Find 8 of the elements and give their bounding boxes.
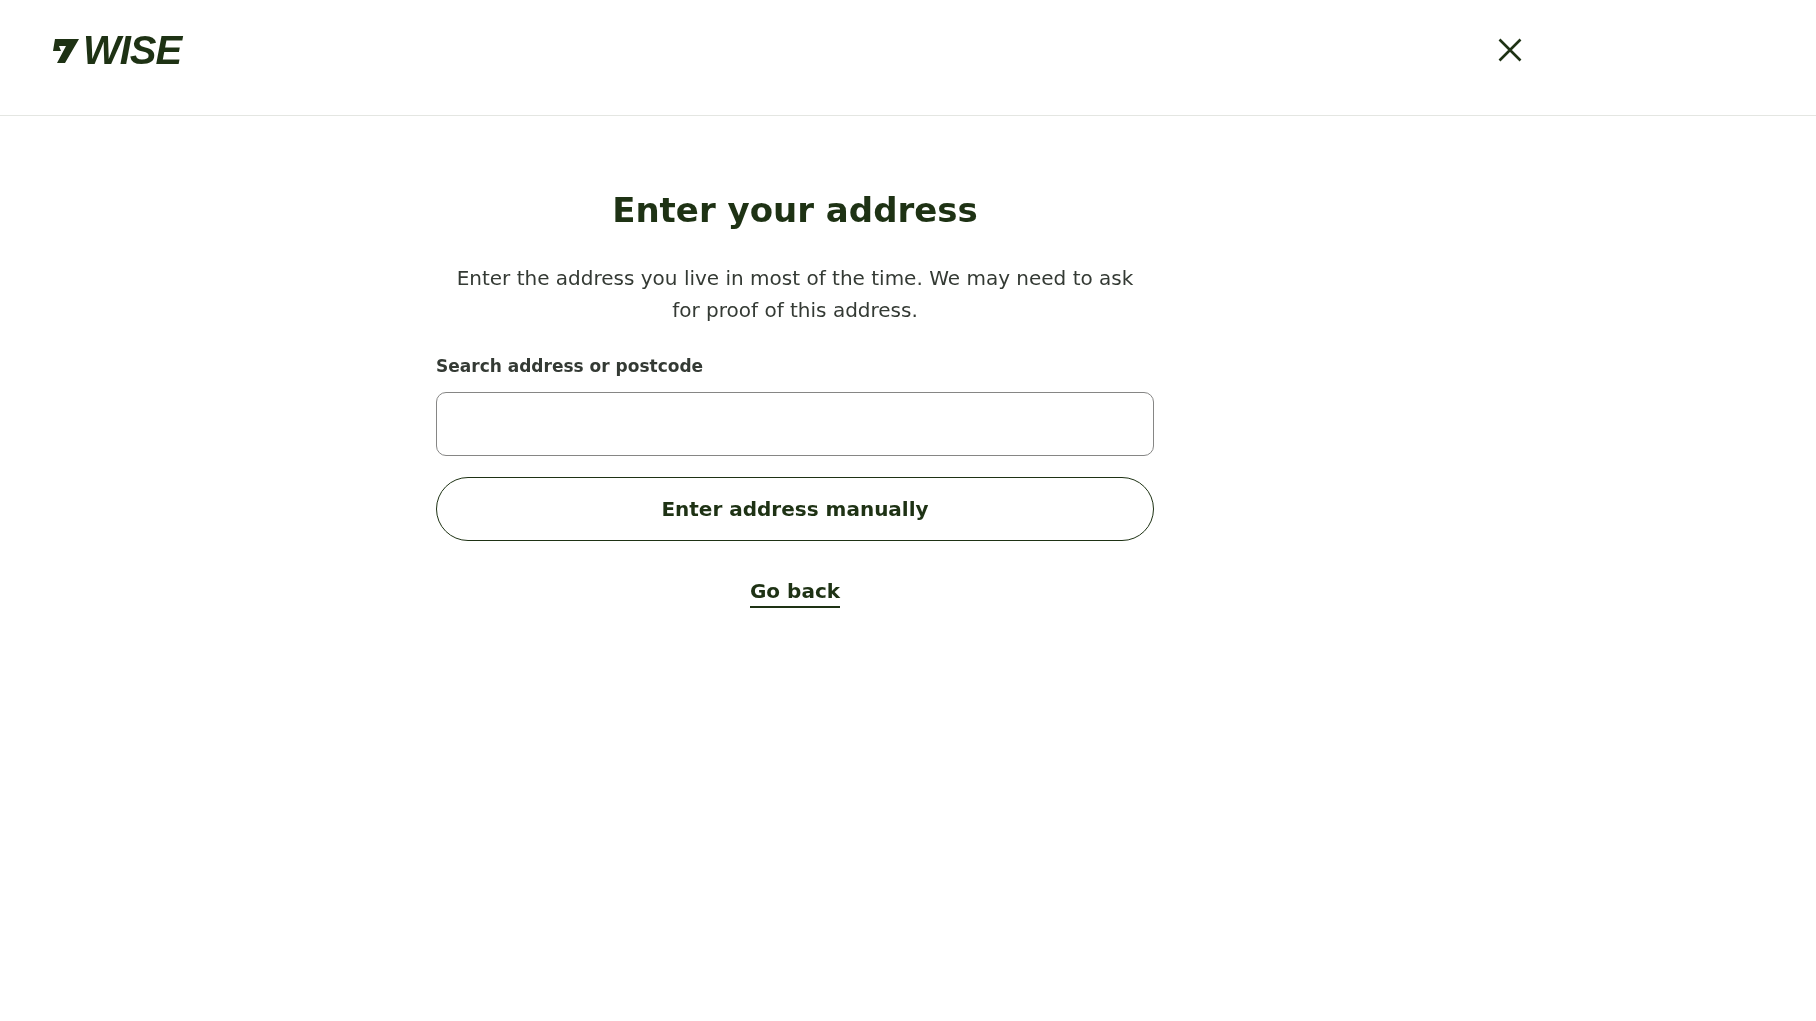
page-title: Enter your address — [612, 190, 978, 230]
manual-address-button[interactable]: Enter address manually — [436, 477, 1154, 541]
close-icon[interactable] — [1496, 36, 1524, 64]
go-back-link[interactable]: Go back — [749, 579, 841, 608]
search-field[interactable] — [436, 392, 1154, 456]
description-text: Enter the address you live in most of the time. We may need to ask for proof of this address. — [455, 265, 1135, 324]
field-label: Search address or postcode — [436, 356, 704, 376]
logo[interactable]: WISE — [51, 30, 182, 70]
